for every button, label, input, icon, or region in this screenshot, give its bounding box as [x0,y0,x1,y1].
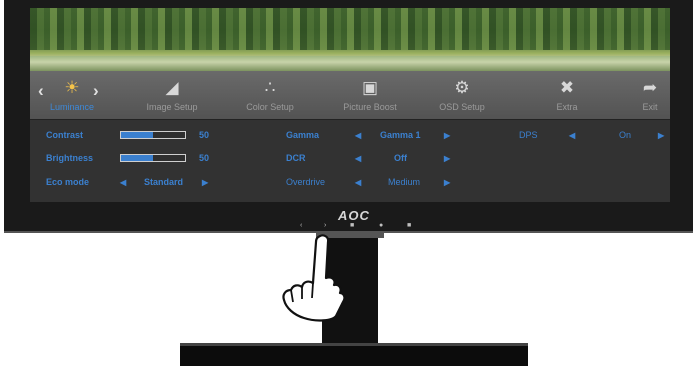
brightness-value: 50 [199,153,210,163]
pointing-hand-icon [282,234,346,322]
overdrive-right-arrow-icon[interactable]: ▶ [444,178,450,187]
monitor: ‹ ☀ Luminance › ◢ Image Setup ∴ Color Se… [4,0,693,233]
brightness-slider-fill [121,155,153,161]
tools-icon: ✖ [559,78,575,97]
dcr-value[interactable]: Off [394,153,407,163]
brightness-slider[interactable] [120,154,186,162]
menu-button-icon[interactable]: ■ [350,222,354,229]
picture-boost-icon: ▣ [361,78,379,97]
gamma-right-arrow-icon[interactable]: ▶ [444,131,450,140]
input-button-icon[interactable]: ● [379,222,383,229]
tab-label: Luminance [49,102,95,112]
overdrive-value[interactable]: Medium [388,177,420,187]
tab-osd-setup[interactable]: ⚙ OSD Setup [417,77,507,117]
dcr-label: DCR [286,153,306,163]
gamma-value[interactable]: Gamma 1 [380,130,421,140]
overdrive-label: Overdrive [286,177,326,187]
water [30,56,670,71]
dps-right-arrow-icon[interactable]: ▶ [658,131,664,140]
gamma-label: Gamma [286,130,320,140]
osd-menu-bar: ‹ ☀ Luminance › ◢ Image Setup ∴ Color Se… [30,71,670,120]
contrast-slider-fill [121,132,153,138]
dps-value[interactable]: On [619,130,631,140]
eco-mode-value[interactable]: Standard [144,177,183,187]
exit-icon: ➦ [642,78,658,97]
contrast-slider[interactable] [120,131,186,139]
dps-left-arrow-icon[interactable]: ◀ [569,131,575,140]
tab-exit[interactable]: ➦ Exit [605,77,670,117]
power-button-icon[interactable]: ■ [407,222,411,229]
monitor-screen: ‹ ☀ Luminance › ◢ Image Setup ∴ Color Se… [30,8,670,202]
tab-label: Color Setup [246,102,294,112]
aoc-logo: AOC [338,208,370,223]
landscape-image [30,8,670,71]
tab-label: Exit [642,102,658,112]
eco-mode-left-arrow-icon[interactable]: ◀ [120,178,126,187]
gamma-left-arrow-icon[interactable]: ◀ [355,131,361,140]
tab-extra[interactable]: ✖ Extra [522,77,612,117]
image-setup-icon: ◢ [165,78,179,97]
dps-label: DPS [519,130,538,140]
tab-label: Extra [556,102,578,112]
brightness-label: Brightness [46,153,94,163]
contrast-value: 50 [199,130,210,140]
eco-mode-label: Eco mode [46,177,90,187]
osd-menu: ‹ ☀ Luminance › ◢ Image Setup ∴ Color Se… [30,71,670,202]
right-arrow-icon[interactable]: › [93,81,99,101]
tab-picture-boost[interactable]: ▣ Picture Boost [325,77,415,117]
tab-image-setup[interactable]: ◢ Image Setup [127,77,217,117]
overdrive-left-arrow-icon[interactable]: ◀ [355,178,361,187]
osd-setup-icon: ⚙ [454,78,470,97]
right-button-icon[interactable]: › [324,222,326,229]
color-setup-icon: ∴ [264,78,276,97]
eco-mode-right-arrow-icon[interactable]: ▶ [202,178,208,187]
tab-color-setup[interactable]: ∴ Color Setup [225,77,315,117]
left-button-icon[interactable]: ‹ [300,222,302,229]
tree-line [30,8,670,50]
luminance-settings: Contrast 50 Brightness 50 Eco mode ◀ Sta… [30,120,670,202]
tab-label: Image Setup [146,102,198,112]
contrast-label: Contrast [46,130,84,140]
tab-label: OSD Setup [439,102,485,112]
dcr-left-arrow-icon[interactable]: ◀ [355,154,361,163]
tab-luminance[interactable]: ☀ Luminance [30,77,117,117]
dcr-right-arrow-icon[interactable]: ▶ [444,154,450,163]
tab-label: Picture Boost [343,102,397,112]
sun-icon: ☀ [64,78,80,97]
